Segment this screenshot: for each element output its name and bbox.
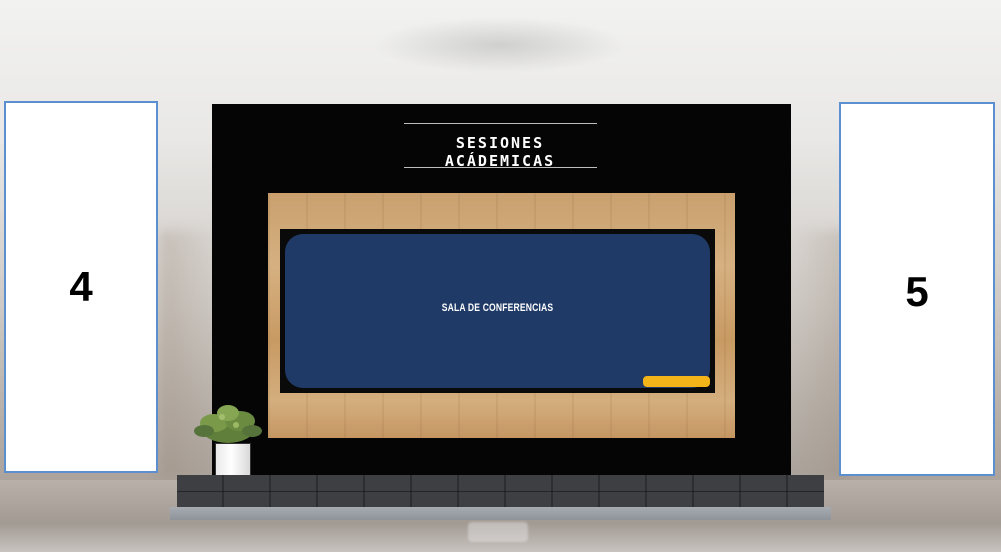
left-number-panel[interactable]: 4 (4, 101, 158, 473)
platform-tile-lines (177, 475, 824, 509)
title-rule-top (404, 123, 597, 124)
right-number-panel[interactable]: 5 (839, 102, 995, 476)
platform-edge (170, 507, 831, 520)
booth-title: SESIONES ACÁDEMICAS (444, 134, 556, 170)
left-panel-number: 4 (69, 263, 93, 310)
screen-label: SALA DE CONFERENCIAS (441, 302, 554, 314)
conference-room-screen[interactable]: SALA DE CONFERENCIAS (285, 234, 710, 388)
potted-plant-icon (192, 403, 264, 448)
foreground-stool (468, 522, 528, 542)
title-rule-bottom (404, 167, 597, 168)
enter-room-button[interactable] (643, 376, 710, 387)
right-panel-number: 5 (905, 268, 929, 315)
